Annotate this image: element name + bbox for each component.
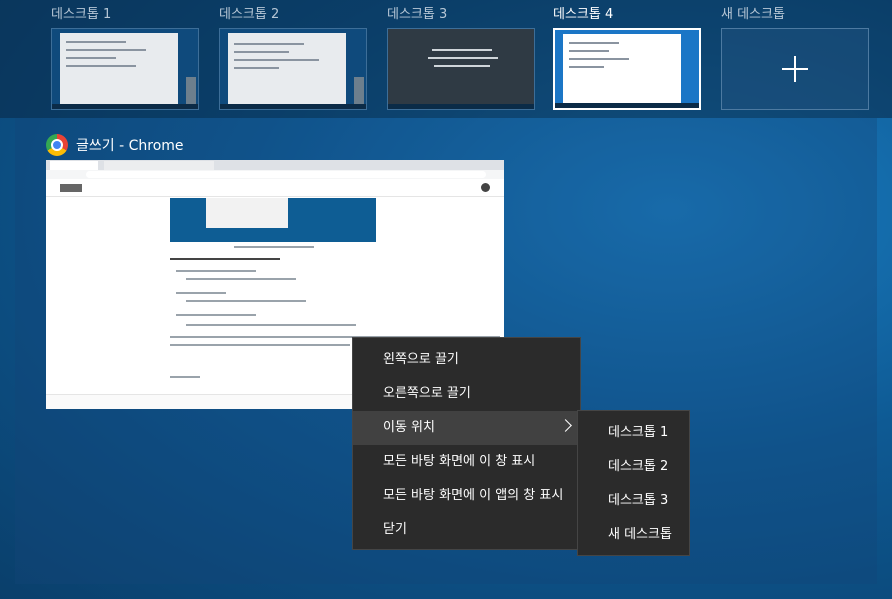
chevron-right-icon [559, 419, 572, 432]
menu-close[interactable]: 닫기 [353, 513, 580, 547]
desktop-4[interactable]: 데스크톱 4 [553, 6, 703, 110]
desktop-2-thumbnail[interactable] [219, 28, 367, 110]
menu-move-to-label: 이동 위치 [383, 420, 435, 435]
chrome-icon [46, 134, 68, 156]
submenu-desktop-3[interactable]: 데스크톱 3 [578, 484, 689, 518]
desktop-3[interactable]: 데스크톱 3 [387, 6, 537, 110]
desktop-2-label: 데스크톱 2 [219, 7, 280, 22]
desktop-1[interactable]: 데스크톱 1 [51, 6, 201, 110]
desktop-3-thumbnail[interactable] [387, 28, 535, 110]
desktop-4-thumbnail[interactable] [553, 28, 701, 110]
window-title-bar[interactable]: 글쓰기 - Chrome [46, 133, 184, 157]
new-desktop[interactable]: 새 데스크톱 [721, 6, 871, 110]
menu-snap-right[interactable]: 오른쪽으로 끌기 [353, 377, 580, 411]
new-desktop-label: 새 데스크톱 [721, 7, 785, 22]
plus-icon [782, 56, 808, 82]
desktop-3-label: 데스크톱 3 [387, 7, 448, 22]
menu-move-to[interactable]: 이동 위치 [353, 411, 580, 445]
desktop-1-label: 데스크톱 1 [51, 7, 112, 22]
menu-show-window-all-desktops[interactable]: 모든 바탕 화면에 이 창 표시 [353, 445, 580, 479]
menu-show-app-windows-all-desktops[interactable]: 모든 바탕 화면에 이 앱의 창 표시 [353, 479, 580, 513]
move-to-submenu: 데스크톱 1 데스크톱 2 데스크톱 3 새 데스크톱 [577, 410, 690, 556]
desktop-2[interactable]: 데스크톱 2 [219, 6, 369, 110]
context-menu: 왼쪽으로 끌기 오른쪽으로 끌기 이동 위치 모든 바탕 화면에 이 창 표시 … [352, 337, 581, 550]
window-title: 글쓰기 - Chrome [76, 138, 184, 154]
desktop-4-label: 데스크톱 4 [553, 7, 614, 22]
menu-snap-left[interactable]: 왼쪽으로 끌기 [353, 343, 580, 377]
submenu-new-desktop[interactable]: 새 데스크톱 [578, 518, 689, 552]
submenu-desktop-1[interactable]: 데스크톱 1 [578, 416, 689, 450]
new-desktop-button[interactable] [721, 28, 869, 110]
desktop-1-thumbnail[interactable] [51, 28, 199, 110]
submenu-desktop-2[interactable]: 데스크톱 2 [578, 450, 689, 484]
